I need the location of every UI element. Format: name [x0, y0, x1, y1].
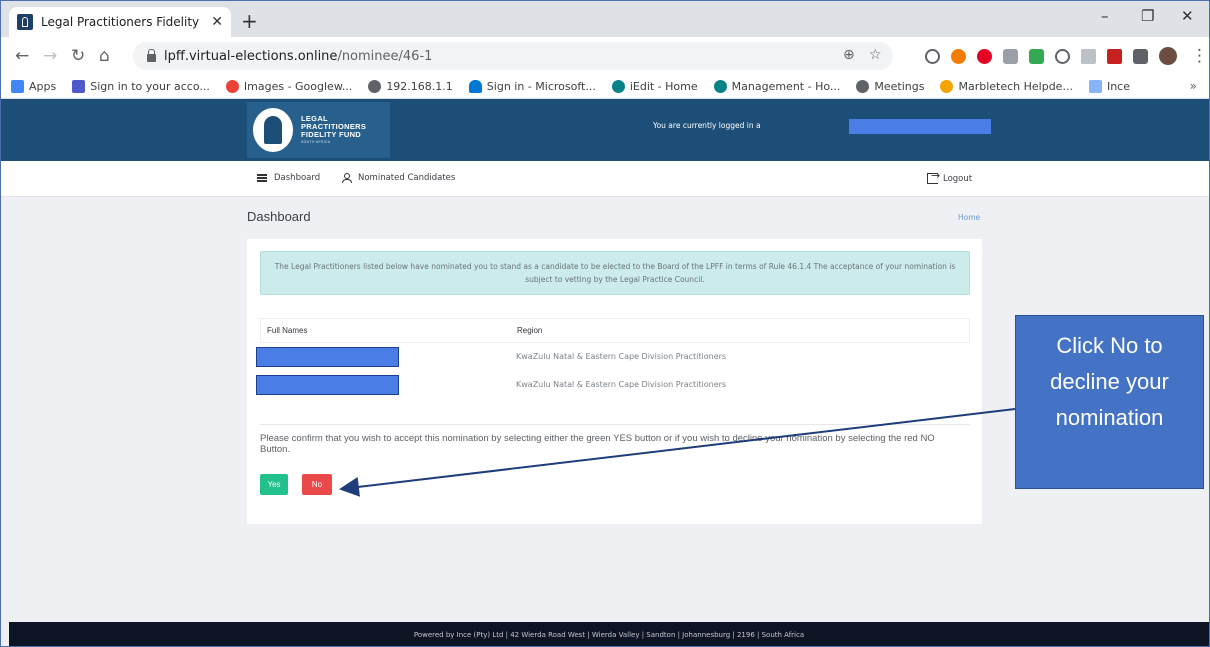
screenshot-frame: Legal Practitioners Fidelity Fund ✕ + – … — [0, 0, 1210, 647]
extension-icon[interactable] — [1029, 49, 1044, 64]
puzzle-icon[interactable] — [1133, 49, 1148, 64]
bookmark-item[interactable]: Marbletech Helpde... — [940, 80, 1073, 93]
back-icon[interactable]: ← — [15, 46, 29, 66]
extension-icon[interactable] — [1003, 49, 1018, 64]
user-icon — [341, 173, 352, 183]
region-cell: KwaZulu Natal & Eastern Cape Division Pr… — [516, 352, 727, 361]
pdf-icon[interactable] — [1107, 49, 1122, 64]
menu-icon — [257, 174, 267, 182]
globe-icon — [856, 80, 870, 93]
bookmark-item[interactable]: Ince — [1088, 80, 1130, 93]
breadcrumb-home[interactable]: Home — [958, 213, 980, 222]
home-icon[interactable]: ⌂ — [99, 46, 110, 66]
site-footer: Powered by Ince (Pty) Ltd | 42 Wierda Ro… — [9, 622, 1209, 646]
url-path: /nominee/46-1 — [337, 48, 433, 64]
page-title: Dashboard — [247, 209, 311, 224]
lpff-emblem-icon — [253, 108, 293, 152]
forward-icon[interactable]: → — [43, 46, 57, 66]
extension-icon[interactable] — [951, 49, 966, 64]
pinterest-icon[interactable] — [977, 49, 992, 64]
helpdesk-icon — [940, 80, 954, 93]
bookmark-item[interactable]: Images - Googlew... — [225, 80, 352, 93]
sharepoint-icon — [611, 80, 625, 93]
table-row: KwaZulu Natal & Eastern Cape Division Pr… — [256, 375, 970, 403]
bookmark-item[interactable]: Sign in to your acco... — [72, 80, 210, 93]
qr-code-icon[interactable] — [1081, 49, 1096, 64]
nomination-alert: The Legal Practitioners listed below hav… — [260, 251, 970, 295]
teams-icon — [72, 80, 86, 93]
url-host: lpff.virtual-elections.online — [164, 48, 338, 64]
yes-button[interactable]: Yes — [260, 474, 288, 495]
apps-grid-icon — [11, 80, 24, 93]
bookmark-star-icon[interactable]: ☆ — [869, 47, 882, 63]
bookmark-item[interactable]: 192.168.1.1 — [368, 80, 453, 93]
tab-title: Legal Practitioners Fidelity Fund — [41, 15, 201, 29]
extension-icon[interactable] — [1055, 49, 1070, 64]
redacted-username — [849, 119, 991, 134]
column-full-names: Full Names — [267, 326, 308, 335]
new-tab-button[interactable]: + — [241, 9, 258, 33]
site-nav: Dashboard Nominated Candidates Logout — [1, 161, 1209, 197]
minimize-icon[interactable]: – — [1101, 7, 1109, 25]
bookmark-item[interactable]: Apps — [11, 80, 56, 93]
nav-dashboard[interactable]: Dashboard — [257, 173, 320, 183]
bookmarks-bar: Apps Sign in to your acco... Images - Go… — [1, 75, 1209, 99]
sharepoint-icon — [713, 80, 727, 93]
nav-nominated-candidates[interactable]: Nominated Candidates — [341, 173, 455, 183]
browser-tab-strip: Legal Practitioners Fidelity Fund ✕ + – … — [1, 1, 1209, 37]
column-region: Region — [517, 326, 543, 335]
bookmarks-overflow-icon[interactable]: » — [1190, 79, 1197, 93]
no-button[interactable]: No — [302, 474, 332, 495]
table-row: KwaZulu Natal & Eastern Cape Division Pr… — [256, 347, 970, 375]
lpff-favicon-icon — [17, 14, 33, 30]
site-header: LEGAL PRACTITIONERS FIDELITY FUND SOUTH … — [1, 99, 1209, 161]
tab-close-icon[interactable]: ✕ — [211, 14, 223, 30]
logo-text: LEGAL PRACTITIONERS FIDELITY FUND SOUTH … — [301, 114, 367, 145]
globe-icon — [368, 80, 382, 93]
redacted-name — [256, 347, 399, 367]
table-header: Full Names Region — [260, 318, 970, 343]
extension-icon[interactable] — [925, 49, 940, 64]
bookmark-item[interactable]: Meetings — [856, 80, 924, 93]
zoom-icon[interactable]: ⊕ — [843, 47, 855, 63]
lock-icon — [147, 49, 156, 62]
logout-icon — [927, 169, 940, 184]
checkmark-icon — [1088, 80, 1102, 93]
divider — [260, 424, 970, 425]
browser-tab[interactable]: Legal Practitioners Fidelity Fund ✕ — [9, 7, 231, 37]
close-window-icon[interactable]: ✕ — [1181, 7, 1194, 25]
restore-icon[interactable]: ❐ — [1141, 7, 1154, 25]
redacted-name — [256, 375, 399, 395]
nomination-card: The Legal Practitioners listed below hav… — [247, 239, 982, 524]
bookmark-item[interactable]: Management - Ho... — [713, 80, 840, 93]
avatar[interactable] — [1159, 47, 1177, 65]
menu-kebab-icon[interactable]: ⋮ — [1191, 46, 1208, 66]
login-status: You are currently logged in a — [653, 121, 761, 130]
browser-toolbar: ← → ↻ ⌂ lpff.virtual-elections.online/no… — [1, 37, 1209, 75]
annotation-callout: Click No to decline your nomination — [1015, 315, 1204, 489]
confirm-instructions: Please confirm that you wish to accept t… — [260, 433, 935, 455]
cloud-icon — [468, 80, 482, 93]
reload-icon[interactable]: ↻ — [71, 46, 85, 66]
bookmark-item[interactable]: Sign in - Microsoft... — [468, 80, 596, 93]
logout-link[interactable]: Logout — [927, 169, 972, 184]
region-cell: KwaZulu Natal & Eastern Cape Division Pr… — [516, 380, 727, 389]
address-bar[interactable]: lpff.virtual-elections.online/nominee/46… — [133, 42, 893, 70]
google-icon — [225, 80, 239, 93]
lpff-logo[interactable]: LEGAL PRACTITIONERS FIDELITY FUND SOUTH … — [247, 102, 390, 158]
bookmark-item[interactable]: iEdit - Home — [611, 80, 698, 93]
